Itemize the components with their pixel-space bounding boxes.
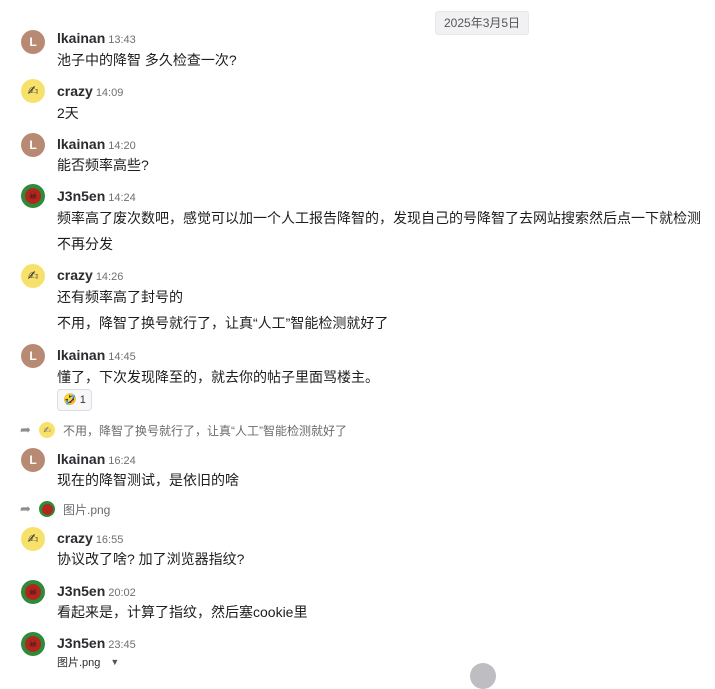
reply-preview-text: 不用，降智了换号就行了，让真“人工”智能检测就好了: [63, 423, 347, 438]
username[interactable]: J3n5en: [57, 583, 105, 599]
reply-preview[interactable]: ➦ ✍ 不用，降智了换号就行了，让真“人工”智能检测就好了: [20, 421, 347, 439]
user-avatar[interactable]: ☠: [21, 184, 45, 208]
message-header: crazy 16:55: [57, 530, 123, 548]
message-text: 看起来是，计算了指纹，然后塞cookie里: [57, 604, 308, 620]
timestamp: 16:24: [108, 455, 136, 467]
username[interactable]: lkainan: [57, 136, 105, 152]
chevron-down-icon: ▼: [110, 657, 120, 667]
timestamp: 13:43: [108, 34, 136, 46]
timestamp: 23:45: [108, 639, 136, 651]
gesture-icon: ✍: [27, 83, 39, 98]
message-text: 不再分发: [57, 236, 113, 252]
message-text: 还有频率高了封号的: [57, 289, 183, 305]
message-header: J3n5en 14:24: [57, 188, 136, 206]
attachment-toggle[interactable]: 图片.png ▼: [57, 654, 119, 670]
gesture-icon: ✍: [27, 531, 39, 546]
gesture-icon: ✍: [27, 268, 39, 283]
timestamp: 14:09: [95, 87, 124, 99]
reply-arrow-icon: ➦: [20, 422, 31, 437]
message-header: lkainan 14:20: [57, 136, 136, 154]
username[interactable]: J3n5en: [57, 188, 105, 204]
message-text: 现在的降智测试，是依旧的啥: [57, 472, 239, 488]
message-text: 懂了，下次发现降至的，就去你的帖子里面骂楼主。: [57, 369, 379, 385]
timestamp: 14:26: [95, 271, 124, 283]
username[interactable]: lkainan: [57, 347, 105, 363]
skull-icon: ☠: [25, 584, 41, 600]
timestamp: 14:20: [108, 140, 136, 152]
attachment-name: 图片.png: [57, 657, 101, 669]
user-avatar[interactable]: ✍: [21, 264, 45, 288]
timestamp: 14:24: [108, 192, 136, 204]
mini-avatar: [39, 501, 55, 517]
message-text: 池子中的降智 多久检查一次?: [57, 52, 237, 68]
skull-icon: ☠: [25, 636, 41, 652]
message-text: 能否频率高些?: [57, 157, 149, 173]
message-header: J3n5en 20:02: [57, 583, 136, 601]
username[interactable]: lkainan: [57, 30, 105, 46]
reaction-count: 1: [79, 394, 86, 406]
message-header: lkainan 16:24: [57, 451, 136, 469]
message-header: lkainan 13:43: [57, 30, 136, 48]
user-avatar[interactable]: ☠: [21, 632, 45, 656]
username[interactable]: J3n5en: [57, 635, 105, 651]
reply-preview[interactable]: ➦ 图片.png: [20, 500, 110, 518]
username[interactable]: crazy: [57, 530, 93, 546]
username[interactable]: lkainan: [57, 451, 105, 467]
rofl-emoji-icon: 🤣: [63, 394, 77, 406]
username[interactable]: crazy: [57, 267, 93, 283]
message-text: 频率高了废次数吧，感觉可以加一个人工报告降智的，发现自己的号降智了去网站搜索然后…: [57, 210, 701, 226]
scroll-to-bottom-button[interactable]: [470, 663, 496, 689]
username[interactable]: crazy: [57, 83, 93, 99]
message-header: lkainan 14:45: [57, 347, 136, 365]
reply-arrow-icon: ➦: [20, 501, 31, 516]
message-text: 协议改了啥? 加了浏览器指纹?: [57, 551, 245, 567]
mini-avatar: ✍: [39, 422, 55, 438]
reaction-chip[interactable]: 🤣 1: [57, 389, 92, 411]
reply-preview-text: 图片.png: [63, 502, 111, 517]
message-header: crazy 14:26: [57, 267, 123, 285]
timestamp: 14:45: [108, 351, 136, 363]
user-avatar[interactable]: ✍: [21, 79, 45, 103]
message-text: 不用，降智了换号就行了，让真“人工”智能检测就好了: [57, 315, 389, 331]
timestamp: 20:02: [108, 587, 136, 599]
timestamp: 16:55: [95, 534, 124, 546]
message-header: crazy 14:09: [57, 83, 123, 101]
user-avatar[interactable]: L: [21, 30, 45, 54]
message-text: 2天: [57, 105, 79, 121]
user-avatar[interactable]: L: [21, 133, 45, 157]
date-separator: 2025年3月5日: [435, 11, 530, 35]
user-avatar[interactable]: ✍: [21, 527, 45, 551]
user-avatar[interactable]: ☠: [21, 580, 45, 604]
user-avatar[interactable]: L: [21, 344, 45, 368]
user-avatar[interactable]: L: [21, 448, 45, 472]
skull-icon: ☠: [25, 188, 41, 204]
message-header: J3n5en 23:45: [57, 635, 136, 653]
